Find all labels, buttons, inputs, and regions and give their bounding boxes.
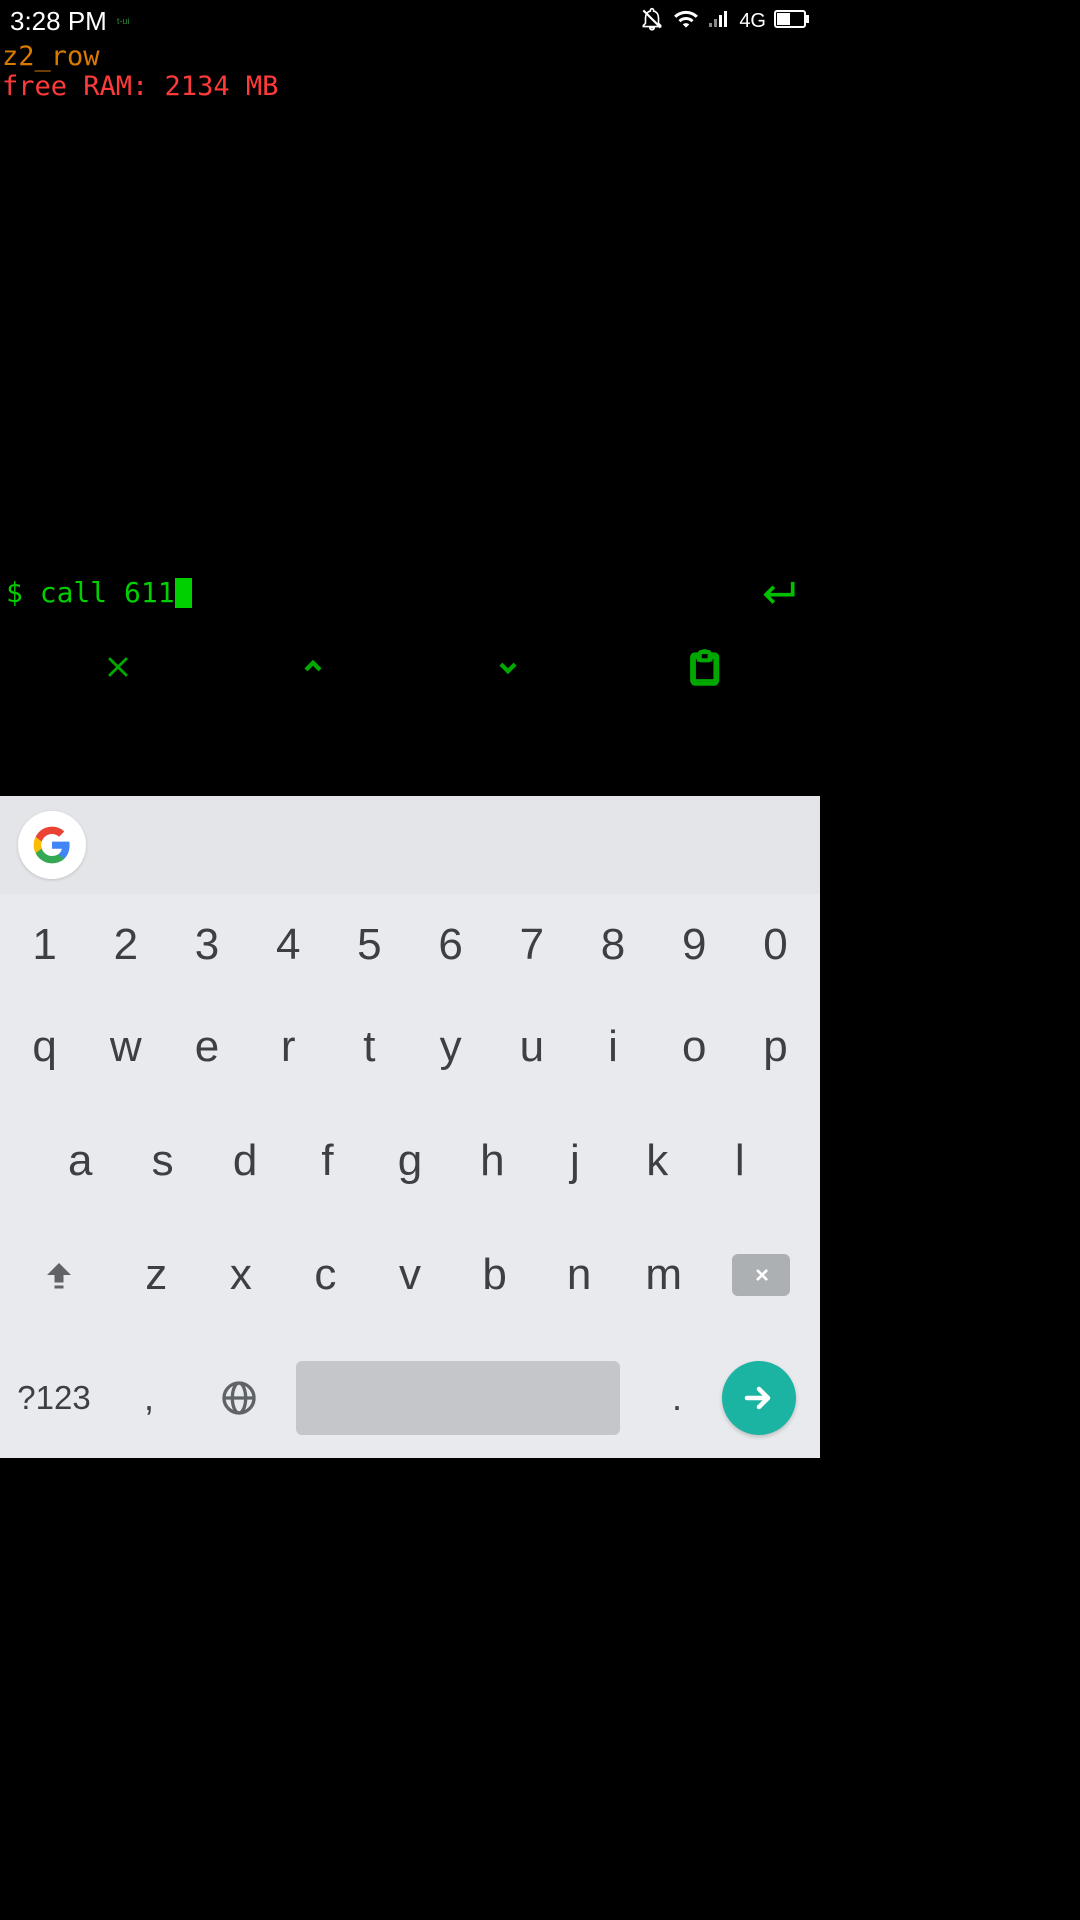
key-b[interactable]: b [452,1250,537,1300]
key-j[interactable]: j [534,1136,616,1186]
key-v[interactable]: v [368,1250,453,1300]
status-app-label: t-ui [117,16,130,26]
key-6[interactable]: 6 [410,920,491,970]
language-key[interactable] [194,1378,284,1418]
key-w[interactable]: w [85,1022,166,1072]
wifi-icon [673,6,699,37]
key-h[interactable]: h [451,1136,533,1186]
enter-icon[interactable] [756,569,800,617]
comma-key[interactable]: , [104,1377,194,1419]
key-u[interactable]: u [491,1022,572,1072]
clipboard-button[interactable] [678,642,728,692]
key-r[interactable]: r [248,1022,329,1072]
space-key[interactable] [296,1361,620,1435]
key-0[interactable]: 0 [735,920,816,970]
terminal-line-2: free RAM: 2134 MB [2,72,820,102]
key-9[interactable]: 9 [654,920,735,970]
key-o[interactable]: o [654,1022,735,1072]
key-m[interactable]: m [621,1250,706,1300]
key-3[interactable]: 3 [166,920,247,970]
down-button[interactable] [483,642,533,692]
keyboard-row-qwerty: q w e r t y u i o p [4,996,816,1098]
keyboard-row-asdf: a s d f g h j k l [4,1110,816,1212]
key-t[interactable]: t [329,1022,410,1072]
shift-key[interactable] [4,1257,114,1293]
key-l[interactable]: l [699,1136,781,1186]
key-d[interactable]: d [204,1136,286,1186]
signal-icon [707,7,731,36]
google-icon[interactable] [18,811,86,879]
key-5[interactable]: 5 [329,920,410,970]
terminal-toolbar [0,632,820,702]
key-f[interactable]: f [286,1136,368,1186]
key-c[interactable]: c [283,1250,368,1300]
keyboard-suggestion-bar [0,796,820,894]
key-g[interactable]: g [369,1136,451,1186]
period-key[interactable]: . [632,1377,722,1419]
keyboard: 1 2 3 4 5 6 7 8 9 0 q w e r t y u i o p … [0,796,820,1458]
network-label: 4G [739,10,766,33]
key-4[interactable]: 4 [248,920,329,970]
key-8[interactable]: 8 [572,920,653,970]
key-e[interactable]: e [166,1022,247,1072]
terminal-line-1: z2_row [2,42,820,72]
status-time: 3:28 PM [10,6,107,37]
key-k[interactable]: k [616,1136,698,1186]
status-bar: 3:28 PM t-ui 4G [0,0,820,42]
key-n[interactable]: n [537,1250,622,1300]
go-key[interactable] [722,1361,796,1435]
key-1[interactable]: 1 [4,920,85,970]
notifications-off-icon [639,6,665,37]
key-7[interactable]: 7 [491,920,572,970]
key-z[interactable]: z [114,1250,199,1300]
key-y[interactable]: y [410,1022,491,1072]
battery-icon [774,10,810,33]
text-cursor [175,578,192,608]
key-2[interactable]: 2 [85,920,166,970]
status-icons: 4G [639,6,810,37]
keyboard-row-bottom: ?123 , . [4,1338,816,1458]
command-input-line[interactable]: $ call 611 [0,576,820,609]
command-text: call 611 [23,576,175,609]
key-a[interactable]: a [39,1136,121,1186]
terminal-output: z2_row free RAM: 2134 MB [0,42,820,101]
symbols-key[interactable]: ?123 [4,1379,104,1417]
key-i[interactable]: i [572,1022,653,1072]
keyboard-row-numbers: 1 2 3 4 5 6 7 8 9 0 [4,894,816,996]
up-button[interactable] [288,642,338,692]
key-s[interactable]: s [121,1136,203,1186]
keyboard-row-zxcv: z x c v b n m [4,1224,816,1326]
key-p[interactable]: p [735,1022,816,1072]
key-q[interactable]: q [4,1022,85,1072]
key-x[interactable]: x [199,1250,284,1300]
prompt-symbol: $ [6,576,23,609]
close-button[interactable] [93,642,143,692]
backspace-key[interactable] [706,1254,816,1296]
